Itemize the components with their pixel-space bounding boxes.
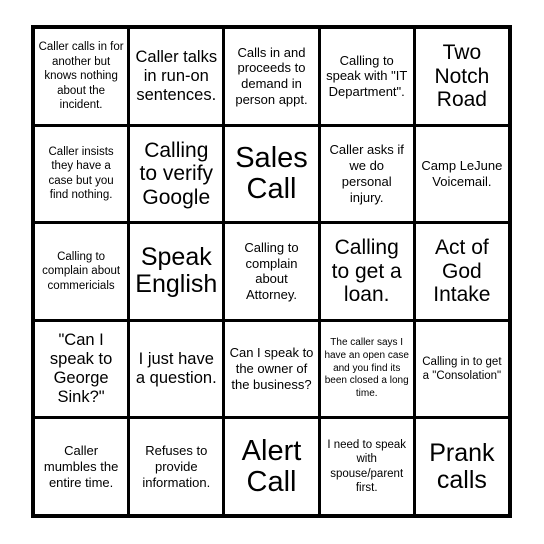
bingo-cell-r1c2[interactable]: Caller talks in run-on sentences. xyxy=(130,29,223,124)
bingo-cell-label: Camp LeJune Voicemail. xyxy=(421,158,503,189)
bingo-cell-label: I just have a question. xyxy=(135,349,217,388)
bingo-cell-r3c5[interactable]: Act of God Intake xyxy=(415,224,508,319)
bingo-cell-r5c5[interactable]: Prank calls xyxy=(415,419,508,514)
bingo-cell-label: Caller talks in run-on sentences. xyxy=(135,47,218,104)
bingo-cell-r5c2[interactable]: Refuses to provide information. xyxy=(130,419,223,514)
bingo-cell-r3c2[interactable]: Speak English xyxy=(130,224,223,319)
bingo-cell-label: Alert Call xyxy=(241,434,302,498)
bingo-cell-r3c4[interactable]: Calling to get a loan. xyxy=(320,224,413,319)
bingo-cell-r1c5[interactable]: Two Notch Road xyxy=(415,29,508,124)
bingo-cell-label: Refuses to provide information. xyxy=(142,442,211,490)
bingo-cell-label: Caller asks if we do personal injury. xyxy=(329,142,404,205)
bingo-cell-label: Caller calls in for another but knows no… xyxy=(38,41,124,112)
bingo-cell-r2c1[interactable]: Caller insists they have a case but you … xyxy=(35,126,128,222)
bingo-cell-label: The caller says I have an open case and … xyxy=(324,337,409,400)
bingo-cell-label: Calling in to get a "Consolation" xyxy=(422,355,502,383)
bingo-cell-label: Sales Call xyxy=(235,142,308,205)
bingo-cell-label: I need to speak with spouse/parent first… xyxy=(327,438,407,495)
bingo-cell-label: Calling to speak with "IT Department". xyxy=(326,52,408,100)
bingo-cell-label: Calling to verify Google xyxy=(139,138,214,209)
bingo-cell-label: Calling to complain about commericials xyxy=(42,250,121,292)
bingo-cell-r1c1[interactable]: Caller calls in for another but knows no… xyxy=(35,29,128,124)
bingo-cell-label: Prank calls xyxy=(429,438,495,494)
bingo-cell-r3c3[interactable]: Calling to complain about Attorney. xyxy=(225,224,318,319)
bingo-cell-r2c5[interactable]: Camp LeJune Voicemail. xyxy=(415,126,508,222)
bingo-cell-label: Caller mumbles the entire time. xyxy=(43,442,119,490)
bingo-cell-r2c4[interactable]: Caller asks if we do personal injury. xyxy=(320,126,413,222)
bingo-cell-r1c3[interactable]: Calls in and proceeds to demand in perso… xyxy=(225,29,318,124)
bingo-cell-r2c2[interactable]: Calling to verify Google xyxy=(130,126,223,222)
bingo-cell-label: Calling to complain about Attorney. xyxy=(244,239,299,303)
bingo-cell-r4c1[interactable]: "Can I speak to George Sink?" xyxy=(35,321,128,417)
bingo-cell-label: Speak English xyxy=(135,243,218,299)
bingo-cell-r4c3[interactable]: Can I speak to the owner of the business… xyxy=(225,321,318,417)
bingo-cell-label: "Can I speak to George Sink?" xyxy=(49,330,113,407)
bingo-cell-r2c3[interactable]: Sales Call xyxy=(225,126,318,222)
bingo-cell-r4c4[interactable]: The caller says I have an open case and … xyxy=(320,321,413,417)
bingo-cell-r1c4[interactable]: Calling to speak with "IT Department". xyxy=(320,29,413,124)
bingo-cell-r5c4[interactable]: I need to speak with spouse/parent first… xyxy=(320,419,413,514)
bingo-cell-label: Can I speak to the owner of the business… xyxy=(229,345,314,393)
bingo-card-grid: Caller calls in for another but knows no… xyxy=(31,25,512,518)
bingo-cell-r5c1[interactable]: Caller mumbles the entire time. xyxy=(35,419,128,514)
bingo-cell-label: Caller insists they have a case but you … xyxy=(48,145,114,202)
bingo-cell-r5c3[interactable]: Alert Call xyxy=(225,419,318,514)
bingo-cell-label: Calling to get a loan. xyxy=(331,236,402,307)
bingo-cell-label: Calls in and proceeds to demand in perso… xyxy=(235,44,308,108)
bingo-cell-r3c1[interactable]: Calling to complain about commericials xyxy=(35,224,128,319)
bingo-cell-label: Act of God Intake xyxy=(433,236,491,307)
bingo-cell-label: Two Notch Road xyxy=(434,41,490,112)
bingo-cell-r4c2[interactable]: I just have a question. xyxy=(130,321,223,417)
bingo-cell-r4c5[interactable]: Calling in to get a "Consolation" xyxy=(415,321,508,417)
